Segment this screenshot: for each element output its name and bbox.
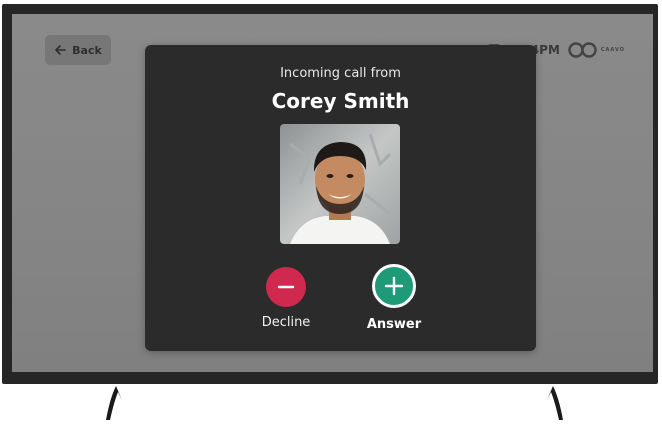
back-label: Back [72,43,102,57]
brand-logo: CAAVO [568,42,625,58]
incoming-call-dialog: Incoming call from Corey Smith Decline A… [145,45,536,351]
arrow-left-icon [55,45,66,55]
caller-avatar [280,124,400,244]
call-subtitle: Incoming call from [280,66,401,81]
decline-button[interactable]: Decline [246,263,326,330]
answer-circle[interactable] [372,264,416,308]
answer-label: Answer [366,317,422,332]
caller-photo-illustration [280,124,400,244]
brand-logo-icon [568,42,597,58]
back-button[interactable]: Back [45,35,111,65]
brand-text: CAAVO [600,47,625,53]
decline-label: Decline [261,315,311,330]
tv-leg-right [547,386,563,420]
decline-circle[interactable] [266,267,306,307]
tv-leg-left [106,386,122,420]
minus-icon [277,285,295,289]
plus-icon [384,276,404,296]
caller-name: Corey Smith [271,89,410,113]
answer-button[interactable]: Answer [354,263,434,332]
